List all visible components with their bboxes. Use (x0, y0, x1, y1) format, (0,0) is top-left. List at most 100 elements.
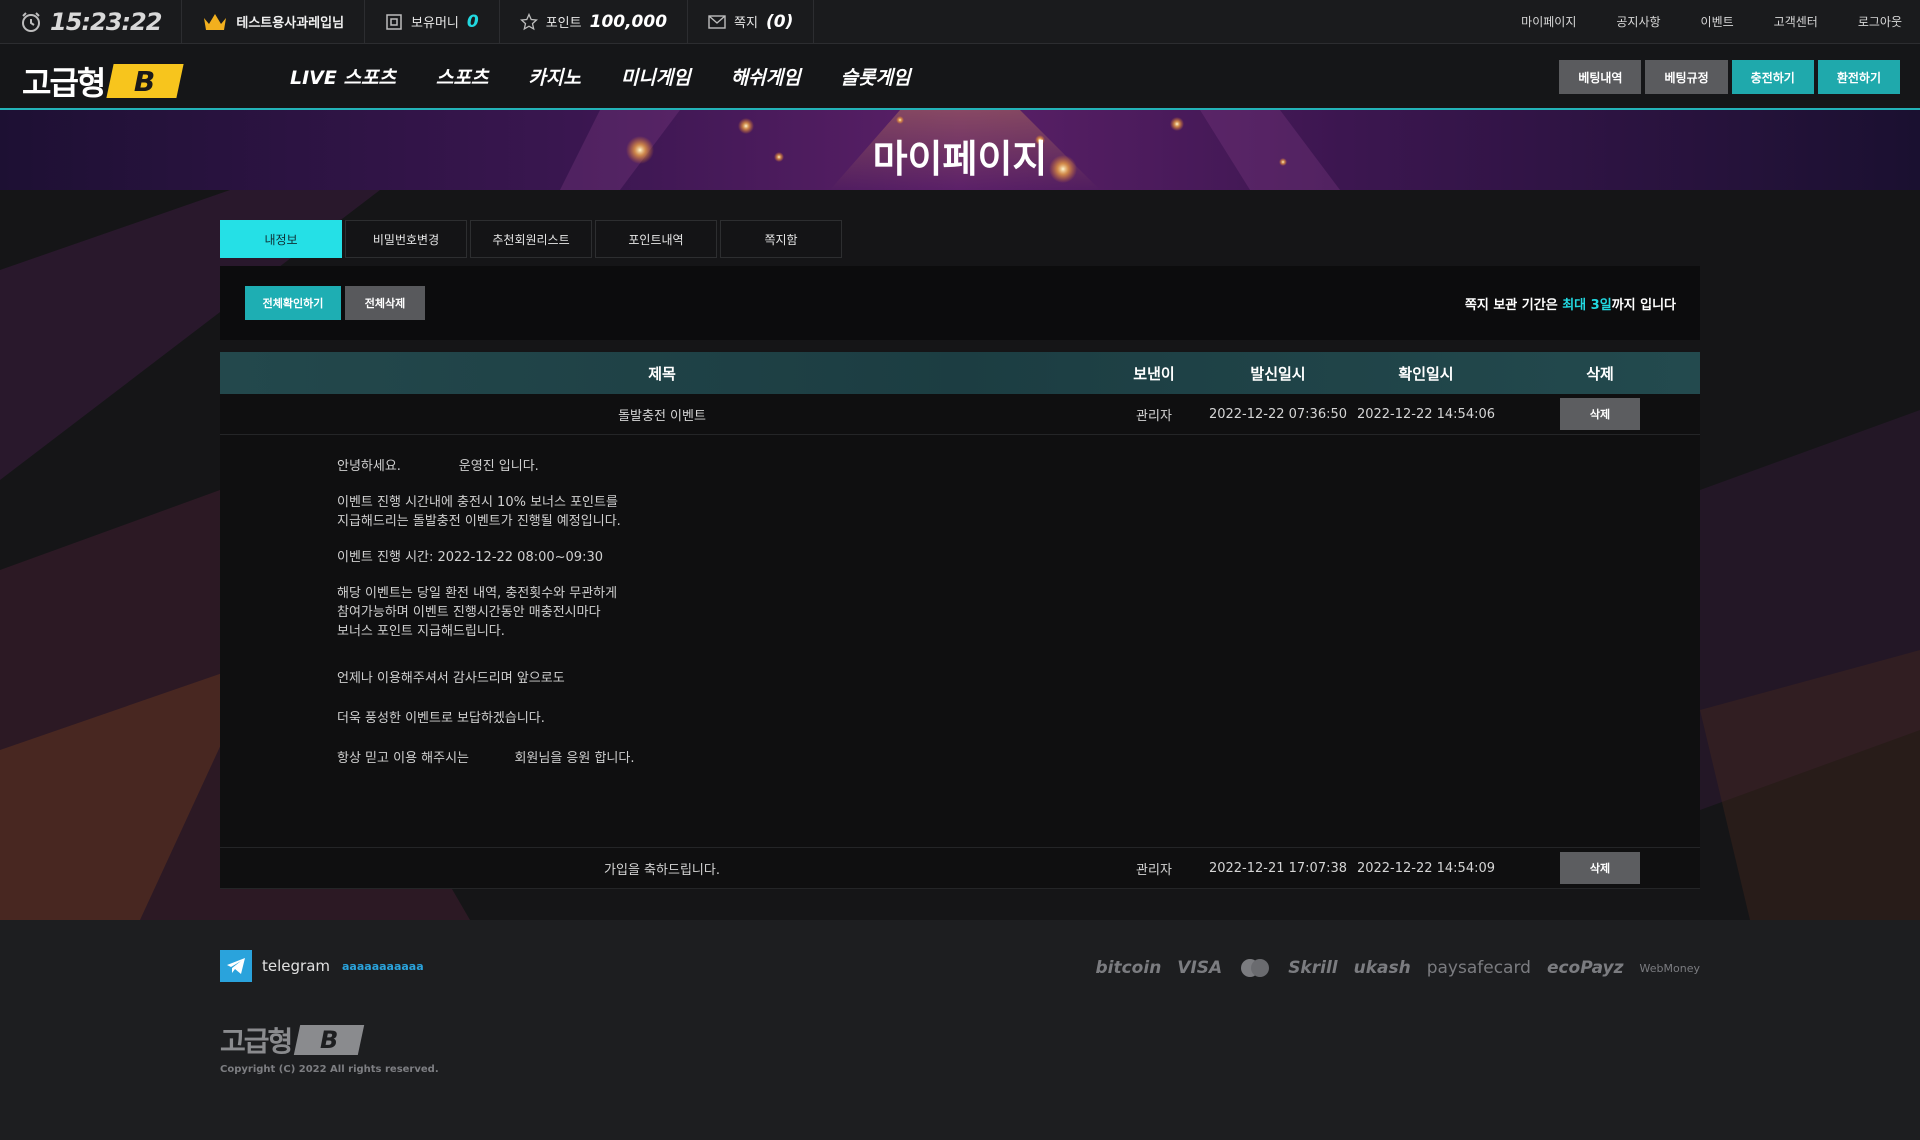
mastercard-icon (1241, 959, 1270, 977)
crown-icon (204, 13, 227, 30)
message-line: 지급해드리는 돌발충전 이벤트가 진행될 예정입니다. (337, 514, 621, 529)
top-bar: 15:23:22 테스트용사과레입님 보유머니 0 포인트 100,000 쪽지… (0, 0, 1920, 44)
delete-button[interactable]: 삭제 (1560, 398, 1640, 430)
point-value: 100,000 (589, 11, 668, 32)
telegram-handle[interactable]: aaaaaaaaaaa (342, 960, 424, 973)
nav-minigame[interactable]: 미니게임 (621, 63, 691, 90)
row-delete-cell: 삭제 (1500, 848, 1700, 888)
clock: 15:23:22 (0, 0, 183, 43)
webmoney-icon: WebMoney (1639, 961, 1700, 975)
footer: telegram aaaaaaaaaaa bitcoin VISA Skrill… (0, 920, 1920, 1140)
header-buttons: 베팅내역 베팅규정 충전하기 환전하기 (1559, 60, 1900, 94)
main-nav: LIVE 스포츠 스포츠 카지노 미니게임 해쉬게임 슬롯게임 (290, 44, 911, 108)
betting-history-button[interactable]: 베팅내역 (1559, 60, 1642, 94)
row-sender: 관리자 (1136, 408, 1172, 424)
row-title[interactable]: 가입을 축하드립니다. (220, 848, 1104, 888)
notice-prefix: 쪽지 보관 기간은 (1464, 298, 1563, 313)
ecopayz-icon: ecoPayz (1546, 958, 1624, 978)
delete-button[interactable]: 삭제 (1560, 852, 1640, 884)
footer-logo-badge: B (294, 1025, 365, 1055)
nav-casino[interactable]: 카지노 (528, 63, 580, 90)
telegram-contact[interactable]: telegram aaaaaaaaaaa (220, 950, 424, 982)
point-info: 포인트 100,000 (500, 0, 689, 43)
payment-logos: bitcoin VISA Skrill ukash paysafecard ec… (1095, 958, 1700, 978)
nav-slotgame[interactable]: 슬롯게임 (841, 63, 911, 90)
message-line: 이벤트 진행 시간내에 충전시 10% 보너스 포인트를 (337, 495, 618, 510)
top-link-mypage[interactable]: 마이페이지 (1521, 13, 1576, 30)
deposit-button[interactable]: 충전하기 (1731, 60, 1814, 94)
ukash-icon: ukash (1353, 958, 1411, 978)
logo-badge: B (106, 64, 184, 98)
message-line: 보너스 포인트 지급해드립니다. (337, 624, 505, 639)
telegram-icon (220, 950, 252, 982)
row-sender: 관리자 (1136, 862, 1172, 878)
footer-logo-letter: B (320, 1026, 339, 1054)
nav-live-sports[interactable]: LIVE 스포츠 (290, 63, 396, 90)
logo[interactable]: 고급형 B (22, 58, 184, 104)
message-text: 안녕하세요. 운영진 입니다. 이벤트 진행 시간내에 충전시 10% 보너스 … (337, 457, 635, 768)
withdraw-button[interactable]: 환전하기 (1817, 60, 1900, 94)
nav-sports[interactable]: 스포츠 (436, 63, 488, 90)
clock-time: 15:23:22 (50, 7, 162, 36)
user-info: 테스트용사과레입님 (182, 0, 366, 43)
top-links: 마이페이지 공지사항 이벤트 고객센터 로그아웃 (1521, 0, 1902, 43)
money-label: 보유머니 (411, 16, 459, 31)
top-link-event[interactable]: 이벤트 (1701, 13, 1734, 30)
tab-messages[interactable]: 쪽지함 (720, 220, 842, 258)
visa-icon: VISA (1177, 958, 1223, 978)
table-row[interactable]: 가입을 축하드립니다. 관리자 2022-12-21 17:07:38 2022… (220, 848, 1700, 889)
row-sent-time: 2022-12-21 17:07:38 (1208, 860, 1348, 876)
mail-icon (708, 14, 726, 29)
point-label: 포인트 (545, 16, 582, 31)
betting-rules-button[interactable]: 베팅규정 (1645, 60, 1728, 94)
username: 테스트용사과레입님 (236, 16, 345, 31)
paysafecard-icon: paysafecard (1426, 958, 1531, 978)
tab-point-history[interactable]: 포인트내역 (595, 220, 717, 258)
nav-hashgame[interactable]: 해쉬게임 (731, 63, 801, 90)
message-content: 안녕하세요. 운영진 입니다. 이벤트 진행 시간내에 충전시 10% 보너스 … (220, 435, 1700, 848)
footer-logo: 고급형 B (220, 1020, 365, 1060)
table-row[interactable]: 돌발충전 이벤트 관리자 2022-12-22 07:36:50 2022-12… (220, 394, 1700, 435)
tab-referral-list[interactable]: 추천회원리스트 (470, 220, 592, 258)
header-delete: 삭제 (1586, 364, 1614, 383)
delete-all-button[interactable]: 전체삭제 (345, 286, 425, 320)
top-link-logout[interactable]: 로그아웃 (1858, 13, 1902, 30)
header-sender: 보낸이 (1133, 364, 1175, 383)
telegram-label: telegram (262, 957, 330, 975)
message-line: 참여가능하며 이벤트 진행시간동안 매충전시마다 (337, 605, 601, 620)
row-sent-time: 2022-12-22 07:36:50 (1208, 406, 1348, 422)
logo-badge-letter: B (134, 64, 156, 98)
message-actions: 전체확인하기 전체삭제 쪽지 보관 기간은 최대 3일까지 입니다 (220, 266, 1700, 340)
top-link-support[interactable]: 고객센터 (1774, 13, 1818, 30)
row-title[interactable]: 돌발충전 이벤트 (220, 394, 1104, 434)
notice-highlight: 최대 3일 (1562, 298, 1612, 313)
message-label: 쪽지 (734, 16, 758, 31)
copyright: Copyright (C) 2022 All rights reserved. (220, 1064, 439, 1075)
row-read-time: 2022-12-22 14:54:06 (1356, 406, 1496, 422)
header-title: 제목 (648, 364, 676, 383)
message-line: 항상 믿고 이용 해주시는 회원님을 응원 합니다. (337, 751, 635, 766)
skrill-icon: Skrill (1288, 958, 1338, 978)
clock-icon (22, 11, 40, 32)
tab-my-info[interactable]: 내정보 (220, 220, 342, 258)
bitcoin-icon: bitcoin (1095, 958, 1162, 978)
page-banner: 마이페이지 (0, 110, 1920, 190)
row-delete-cell: 삭제 (1500, 394, 1700, 434)
read-all-button[interactable]: 전체확인하기 (245, 286, 341, 320)
message-line: 더욱 풍성한 이벤트로 보답하겠습니다. (337, 711, 545, 726)
page-title: 마이페이지 (872, 137, 1048, 181)
tab-change-password[interactable]: 비밀번호변경 (345, 220, 467, 258)
top-link-notice[interactable]: 공지사항 (1616, 13, 1660, 30)
table-header: 제목 보낸이 발신일시 확인일시 삭제 (220, 352, 1700, 394)
logo-text: 고급형 (22, 64, 106, 102)
message-info[interactable]: 쪽지 (0) (688, 0, 815, 43)
money-info: 보유머니 0 (365, 0, 500, 43)
header-sent-time: 발신일시 (1250, 364, 1306, 383)
notice-suffix: 까지 입니다 (1611, 298, 1676, 313)
mypage-tabs: 내정보 비밀번호변경 추천회원리스트 포인트내역 쪽지함 (220, 220, 842, 258)
message-line: 이벤트 진행 시간: 2022-12-22 08:00~09:30 (337, 550, 603, 565)
message-line: 안녕하세요. 운영진 입니다. (337, 459, 539, 474)
star-icon (519, 12, 538, 30)
wallet-icon (386, 13, 402, 30)
message-line: 해당 이벤트는 당일 환전 내역, 충전횟수와 무관하게 (337, 586, 618, 601)
